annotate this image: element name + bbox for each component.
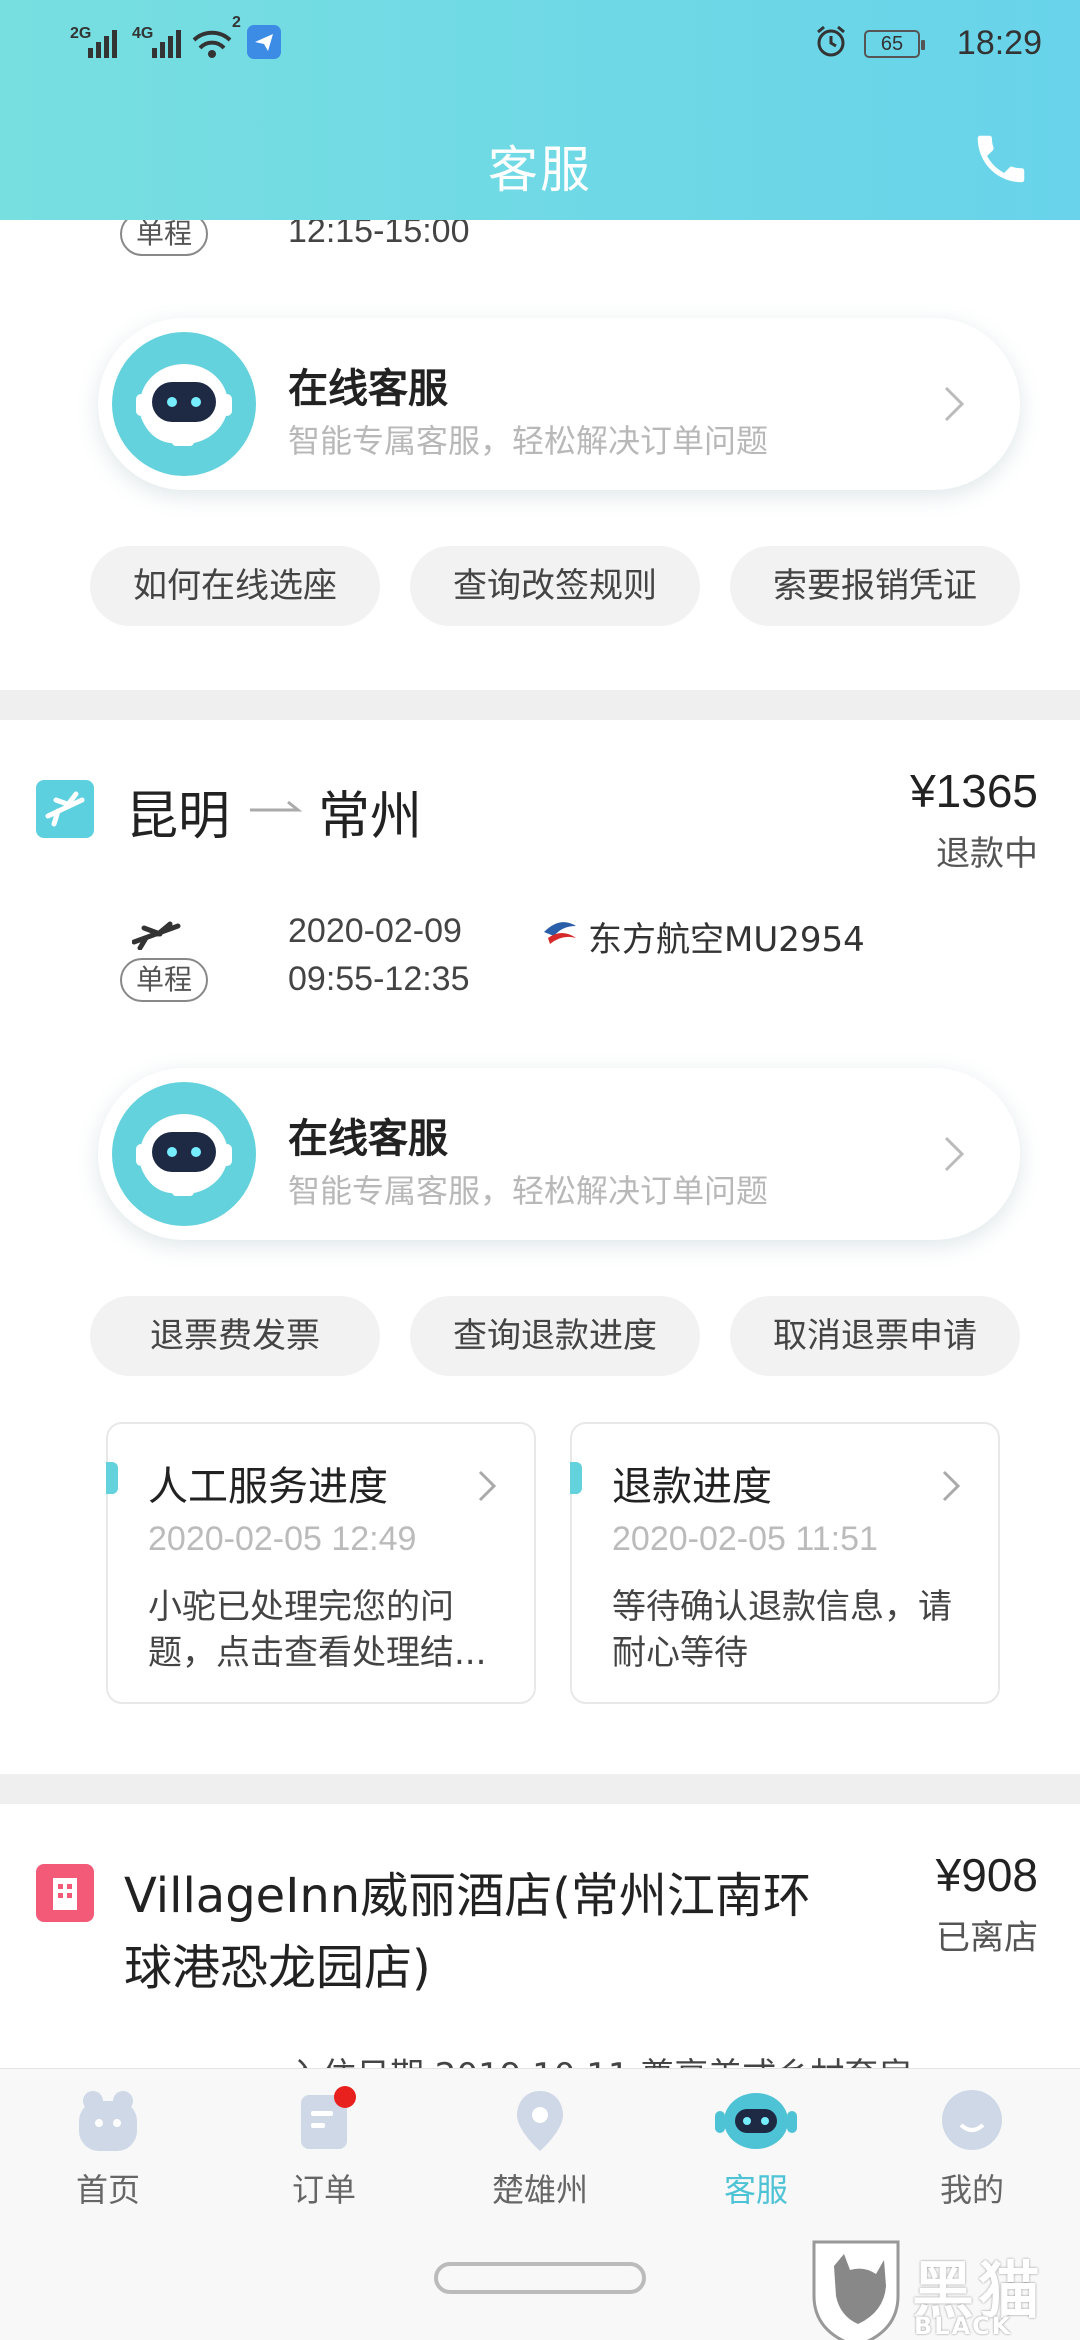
signal-4g-label: 4G xyxy=(132,25,154,42)
order-card-3[interactable]: VillageInn威丽酒店(常州江南环 球港恐龙园店) ¥908 已离店 入住… xyxy=(0,1804,1080,2074)
nav-orders[interactable]: 订单 xyxy=(244,2085,404,2211)
page-title: 客服 xyxy=(488,141,592,199)
nav-location[interactable]: 楚雄州 xyxy=(460,2085,620,2211)
progress-time: 2020-02-05 11:51 xyxy=(612,1520,878,1558)
status-time: 18:29 xyxy=(956,24,1042,62)
bottom-navigation: 首页 订单 楚雄州 客服 我的 xyxy=(0,2068,1080,2218)
phone-icon[interactable] xyxy=(970,128,1032,190)
notification-app-icon xyxy=(247,25,281,59)
nav-label: 客服 xyxy=(723,2171,788,2209)
progress-desc: 小驼已处理完您的问题，点击查看处理结... xyxy=(148,1587,487,1673)
chip-refund-invoice[interactable]: 退票费发票 xyxy=(90,1296,380,1376)
service-subtitle: 智能专属客服，轻松解决订单问题 xyxy=(288,1172,769,1210)
nav-profile[interactable]: 我的 xyxy=(892,2085,1052,2211)
signal-2-icon xyxy=(152,28,181,58)
flight-time: 09:55-12:35 xyxy=(288,960,470,998)
refund-progress-card[interactable]: 退款进度 2020-02-05 11:51 等待确认退款信息，请耐心等待 xyxy=(570,1422,1000,1704)
chevron-right-icon xyxy=(944,386,965,422)
order-status: 退款中 xyxy=(936,834,1038,874)
chip-refund-progress[interactable]: 查询退款进度 xyxy=(410,1296,700,1376)
route-to: 常州 xyxy=(318,787,423,847)
profile-icon xyxy=(942,2090,1002,2150)
alarm-icon xyxy=(817,25,845,57)
home-mascot-icon xyxy=(79,2091,137,2151)
nav-label: 我的 xyxy=(939,2171,1004,2209)
robot-avatar-icon xyxy=(112,332,256,476)
order-card-2[interactable]: 昆明 常州 ¥1365 退款中 单程 2020-02-09 09:55-12:3… xyxy=(0,720,1080,1774)
hotel-name-line-2: 球港恐龙园店) xyxy=(124,1940,431,1996)
service-title: 在线客服 xyxy=(288,1116,448,1162)
location-icon xyxy=(517,2091,563,2151)
black-cat-watermark: 黑猫 BLACK CAT xyxy=(804,2236,1074,2340)
service-title: 在线客服 xyxy=(288,366,448,412)
notification-badge xyxy=(334,2086,356,2108)
chip-cancel-refund[interactable]: 取消退票申请 xyxy=(730,1296,1020,1376)
progress-desc: 等待确认退款信息，请耐心等待 xyxy=(612,1587,952,1673)
manual-service-progress-card[interactable]: 人工服务进度 2020-02-05 12:49 小驼已处理完您的问题，点击查看处… xyxy=(106,1422,536,1704)
nav-customer-service[interactable]: 客服 xyxy=(676,2085,836,2211)
signal-1-icon xyxy=(88,28,117,58)
order-price: ¥1365 xyxy=(910,765,1038,817)
china-eastern-logo-icon xyxy=(544,922,576,944)
hotel-icon xyxy=(36,1864,94,1922)
airline-flight-number: 东方航空MU2954 xyxy=(588,920,865,960)
nav-label: 首页 xyxy=(75,2171,140,2209)
wifi-icon xyxy=(192,30,232,58)
accent-bar xyxy=(570,1462,582,1494)
cat-shield-logo-icon xyxy=(812,2240,900,2340)
status-bar: 2G 4G 2 65 18:29 xyxy=(0,0,1080,90)
chevron-right-icon xyxy=(942,1470,961,1502)
online-service-button[interactable]: 在线客服 智能专属客服，轻松解决订单问题 xyxy=(98,1068,1020,1240)
chip-reimbursement[interactable]: 索要报销凭证 xyxy=(730,546,1020,626)
progress-title: 人工服务进度 xyxy=(148,1464,388,1510)
chevron-right-icon xyxy=(478,1470,497,1502)
chip-select-seat[interactable]: 如何在线选座 xyxy=(90,546,380,626)
wifi-badge: 2 xyxy=(232,14,241,31)
order-icon xyxy=(301,2086,356,2149)
hotel-name: VillageInn威丽酒店(常州江南环 球港恐龙园店) xyxy=(124,1860,811,2004)
order-price: ¥908 xyxy=(935,1849,1038,1901)
chip-change-rules[interactable]: 查询改签规则 xyxy=(410,546,700,626)
app-header: 2G 4G 2 65 18:29 客服 xyxy=(0,0,1080,220)
hotel-name-line-1: VillageInn威丽酒店(常州江南环 xyxy=(124,1868,811,1924)
robot-avatar-icon xyxy=(112,1082,256,1226)
nav-home[interactable]: 首页 xyxy=(28,2085,188,2211)
order-card-1: 单程 12:15-15:00 在线客服 智能专属客服，轻松解决订单问题 如何在线… xyxy=(0,150,1080,690)
battery-indicator: 65 xyxy=(864,30,925,58)
online-service-button[interactable]: 在线客服 智能专属客服，轻松解决订单问题 xyxy=(98,318,1020,490)
customer-service-icon xyxy=(715,2093,797,2149)
accent-bar xyxy=(106,1462,118,1494)
nav-label: 订单 xyxy=(291,2171,356,2209)
trip-type-tag: 单程 xyxy=(120,958,208,1002)
flight-icon xyxy=(36,780,94,838)
gesture-handle[interactable] xyxy=(434,2262,646,2294)
service-subtitle: 智能专属客服，轻松解决订单问题 xyxy=(288,422,769,460)
nav-label: 楚雄州 xyxy=(491,2171,588,2209)
watermark-subtext: BLACK CAT xyxy=(914,2312,1013,2340)
chevron-right-icon xyxy=(944,1136,965,1172)
order-status: 已离店 xyxy=(936,1918,1038,1958)
progress-title: 退款进度 xyxy=(612,1464,772,1510)
route-from: 昆明 xyxy=(126,787,231,847)
gesture-area: 黑猫 BLACK CAT xyxy=(0,2218,1080,2340)
progress-time: 2020-02-05 12:49 xyxy=(148,1520,417,1558)
flight-date: 2020-02-09 xyxy=(288,912,462,950)
plane-icon xyxy=(132,921,181,950)
arrow-right-icon xyxy=(250,800,303,812)
